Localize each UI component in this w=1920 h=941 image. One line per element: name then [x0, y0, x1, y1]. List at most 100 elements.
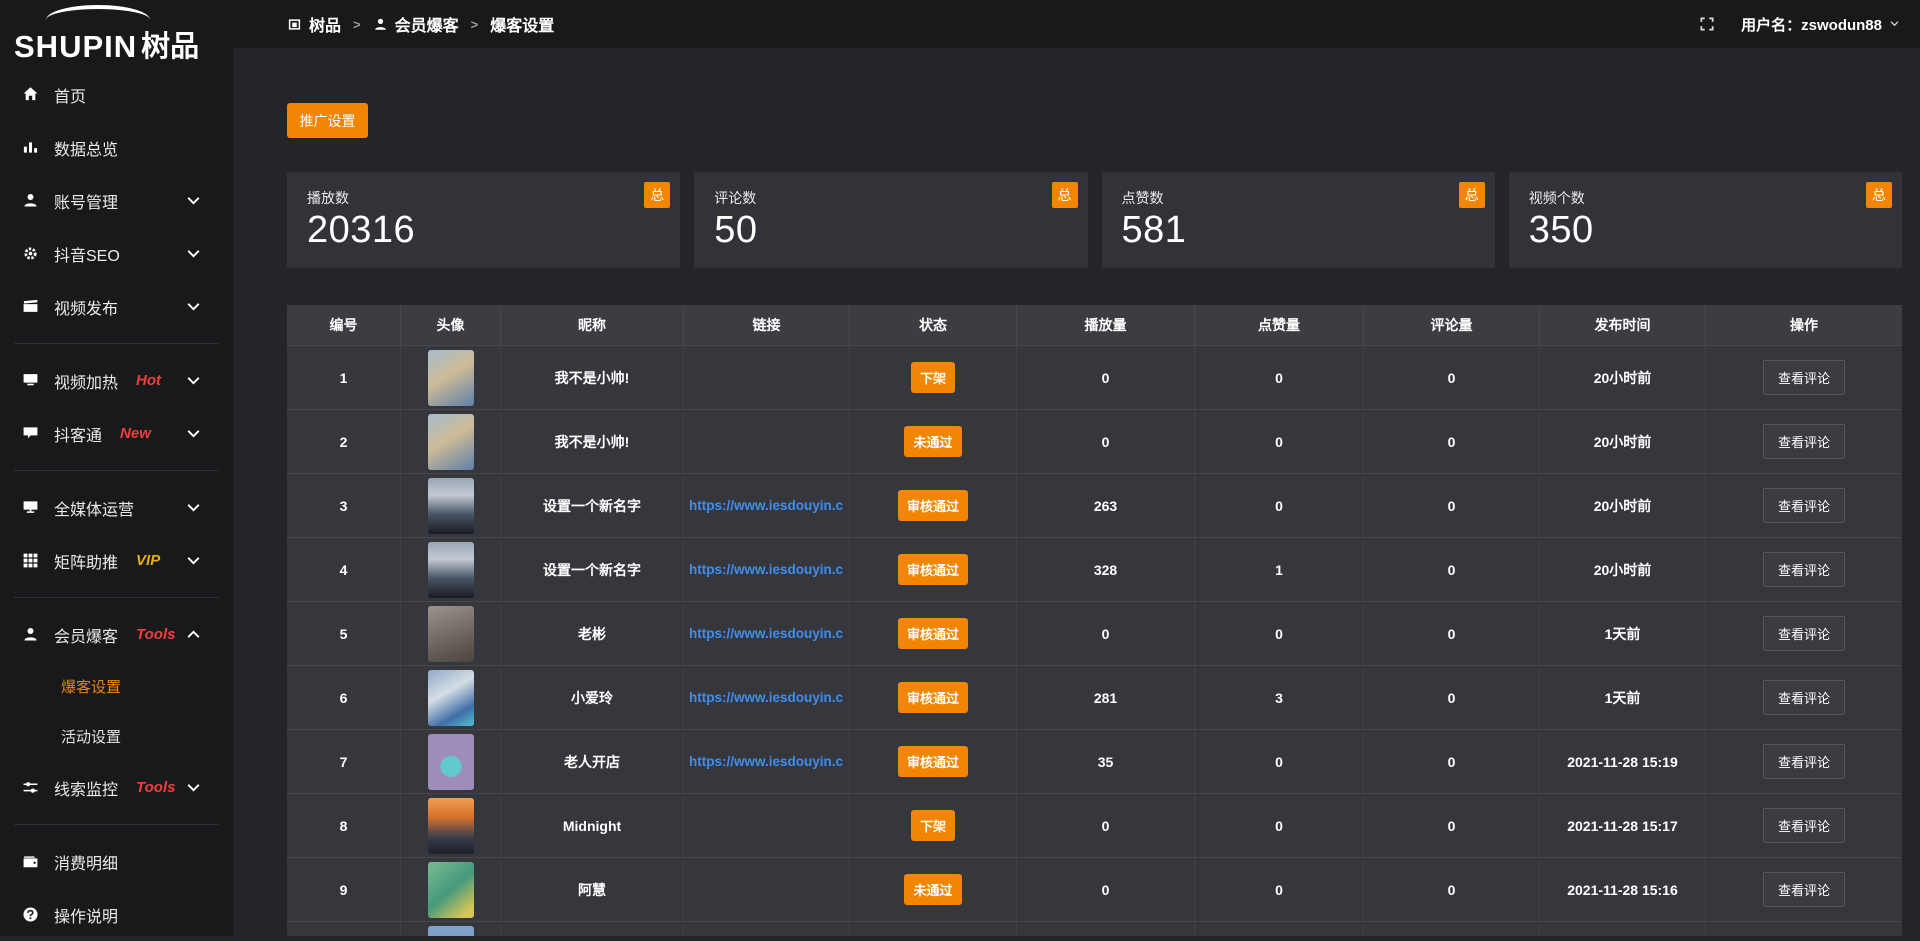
sidebar-item-label: 首页 [54, 83, 86, 107]
view-comments-button[interactable]: 查看评论 [1763, 680, 1845, 715]
sidebar-subitem-活动设置[interactable]: 活动设置 [0, 711, 233, 761]
likes-cell: 3 [1195, 666, 1364, 729]
view-comments-button[interactable]: 查看评论 [1763, 872, 1845, 907]
view-comments-button[interactable]: 查看评论 [1763, 424, 1845, 459]
avatar [428, 478, 474, 534]
publish-time-cell: 2021-11-28 15:16 [1540, 858, 1706, 921]
link-cell: https://www.iesdouyin.c [684, 538, 850, 601]
breadcrumb-label: 会员爆客 [395, 12, 459, 36]
breadcrumb-item[interactable]: 会员爆客 [373, 12, 459, 36]
total-badge: 总 [1459, 182, 1485, 208]
table-row: 5老彬https://www.iesdouyin.c审核通过0001天前查看评论 [287, 601, 1902, 665]
plays-cell: 35 [1017, 730, 1195, 793]
likes-cell: 0 [1195, 474, 1364, 537]
table-row: 3设置一个新名字https://www.iesdouyin.c审核通过26300… [287, 473, 1902, 537]
avatar-cell [401, 922, 501, 936]
username-label: 用户名：zswodun88 [1741, 14, 1882, 35]
sidebar-item-线索监控[interactable]: 线索监控Tools [0, 761, 233, 814]
video-link[interactable]: https://www.iesdouyin.c [689, 754, 843, 769]
comments-cell: 0 [1364, 538, 1540, 601]
sidebar-item-消费明细[interactable]: 消费明细 [0, 835, 233, 888]
breadcrumb-item[interactable]: 树品 [287, 12, 341, 36]
sidebar-item-抖音SEO[interactable]: 抖音SEO [0, 227, 233, 280]
sidebar-item-账号管理[interactable]: 账号管理 [0, 174, 233, 227]
plays-cell: 0 [1017, 794, 1195, 857]
view-comments-button[interactable]: 查看评论 [1763, 808, 1845, 843]
chevron-down-icon [185, 552, 202, 569]
sidebar-item-数据总览[interactable]: 数据总览 [0, 121, 233, 174]
avatar [428, 350, 474, 406]
table-row: 8Midnight下架0002021-11-28 15:17查看评论 [287, 793, 1902, 857]
user-icon [22, 192, 39, 209]
promo-settings-button[interactable]: 推广设置 [287, 103, 368, 138]
sidebar-item-视频加热[interactable]: 视频加热Hot [0, 354, 233, 407]
avatar-cell [401, 346, 501, 409]
avatar-cell [401, 666, 501, 729]
avatar-cell [401, 474, 501, 537]
video-link[interactable]: https://www.iesdouyin.c [689, 562, 843, 577]
total-badge: 总 [1052, 182, 1078, 208]
view-comments-button[interactable]: 查看评论 [1763, 552, 1845, 587]
action-cell: 查看评论 [1706, 858, 1902, 921]
nickname-cell: 阿慧 [501, 858, 684, 921]
view-comments-button[interactable]: 查看评论 [1763, 744, 1845, 779]
stat-label: 视频个数 [1529, 188, 1882, 208]
avatar [428, 670, 474, 726]
avatar-cell [401, 730, 501, 793]
sidebar-item-操作说明[interactable]: 操作说明 [0, 888, 233, 941]
action-cell: 查看评论 [1706, 794, 1902, 857]
view-comments-button[interactable]: 查看评论 [1763, 488, 1845, 523]
sidebar-subitem-爆客设置[interactable]: 爆客设置 [0, 661, 233, 711]
home-icon [22, 86, 39, 103]
avatar [428, 414, 474, 470]
action-cell: 查看评论 [1706, 666, 1902, 729]
publish-time-cell: 20小时前 [1540, 410, 1706, 473]
link-cell: https://www.iesdouyin.c [684, 730, 850, 793]
clapper-icon [22, 298, 39, 315]
column-header-发布时间: 发布时间 [1540, 305, 1706, 345]
status-cell: 下架 [850, 794, 1017, 857]
sidebar-menu: 首页数据总览账号管理抖音SEO视频发布视频加热Hot抖客通New 全媒体运营矩阵助… [0, 68, 233, 941]
status-cell: 未通过 [850, 410, 1017, 473]
chevron-down-icon [185, 245, 202, 262]
row-number-cell: 3 [287, 474, 401, 537]
breadcrumb-label: 爆客设置 [490, 12, 554, 36]
chevron-down-icon [185, 779, 202, 796]
comments-cell: 0 [1364, 602, 1540, 665]
stat-card: 总 评论数 50 [694, 172, 1087, 268]
view-comments-button[interactable]: 查看评论 [1763, 616, 1845, 651]
plays-cell [1017, 922, 1195, 936]
sidebar-item-全媒体运营[interactable]: 全媒体运营 [0, 481, 233, 534]
view-comments-button[interactable]: 查看评论 [1763, 360, 1845, 395]
stat-value: 581 [1122, 209, 1475, 252]
nickname-cell: 我不是小帅! [501, 346, 684, 409]
chevron-down-icon [185, 192, 202, 209]
sidebar-item-抖客通[interactable]: 抖客通New [0, 407, 233, 460]
nickname-cell: 设置一个新名字 [501, 474, 684, 537]
plays-cell: 263 [1017, 474, 1195, 537]
row-number-cell: 8 [287, 794, 401, 857]
video-link[interactable]: https://www.iesdouyin.c [689, 626, 843, 641]
status-badge: 审核通过 [898, 554, 968, 585]
likes-cell: 1 [1195, 538, 1364, 601]
grid-icon [22, 552, 39, 569]
column-header-头像: 头像 [401, 305, 501, 345]
sidebar-item-视频发布[interactable]: 视频发布 [0, 280, 233, 333]
video-link[interactable]: https://www.iesdouyin.c [689, 498, 843, 513]
fullscreen-button[interactable] [1699, 16, 1715, 32]
video-link[interactable]: https://www.iesdouyin.c [689, 690, 843, 705]
sidebar-item-label: 消费明细 [54, 850, 118, 874]
sidebar-item-label: 操作说明 [54, 903, 118, 927]
sidebar-item-首页[interactable]: 首页 [0, 68, 233, 121]
link-cell [684, 410, 850, 473]
breadcrumb-item[interactable]: 爆客设置 [490, 12, 554, 36]
user-menu[interactable]: 用户名：zswodun88 [1741, 14, 1900, 35]
stat-value: 20316 [307, 209, 660, 252]
publish-time-cell: 2021-11-28 15:17 [1540, 794, 1706, 857]
likes-cell: 0 [1195, 858, 1364, 921]
members-table: 编号头像昵称链接状态播放量点赞量评论量发布时间操作1我不是小帅!下架00020小… [287, 305, 1902, 936]
sidebar-item-会员爆客[interactable]: 会员爆客Tools [0, 608, 233, 661]
sidebar-item-矩阵助推[interactable]: 矩阵助推VIP [0, 534, 233, 587]
avatar-cell [401, 858, 501, 921]
sidebar-item-label: 抖客通 [54, 422, 102, 446]
